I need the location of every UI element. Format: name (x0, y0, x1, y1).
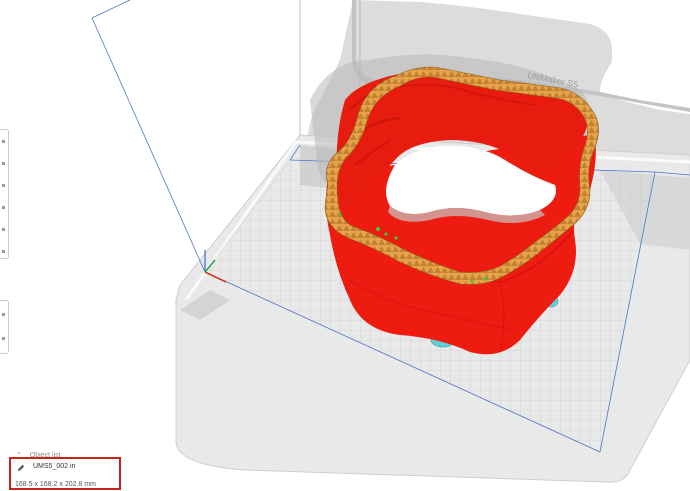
move-tool[interactable] (0, 129, 9, 259)
object-dimensions: 168.5 x 168.2 x 202.8 mm (15, 481, 96, 488)
3d-viewport[interactable]: UltiMaker S5 (0, 0, 690, 491)
per-model-settings-tool[interactable] (0, 300, 9, 354)
object-list-item[interactable]: UMS5_002 in 168.5 x 168.2 x 202.8 mm (9, 457, 121, 490)
pencil-icon[interactable] (17, 464, 25, 472)
object-list-panel: ⌃ Object list UMS5_002 in 168.5 x 168.2 … (0, 447, 690, 491)
object-name: UMS5_002 in (33, 463, 76, 470)
